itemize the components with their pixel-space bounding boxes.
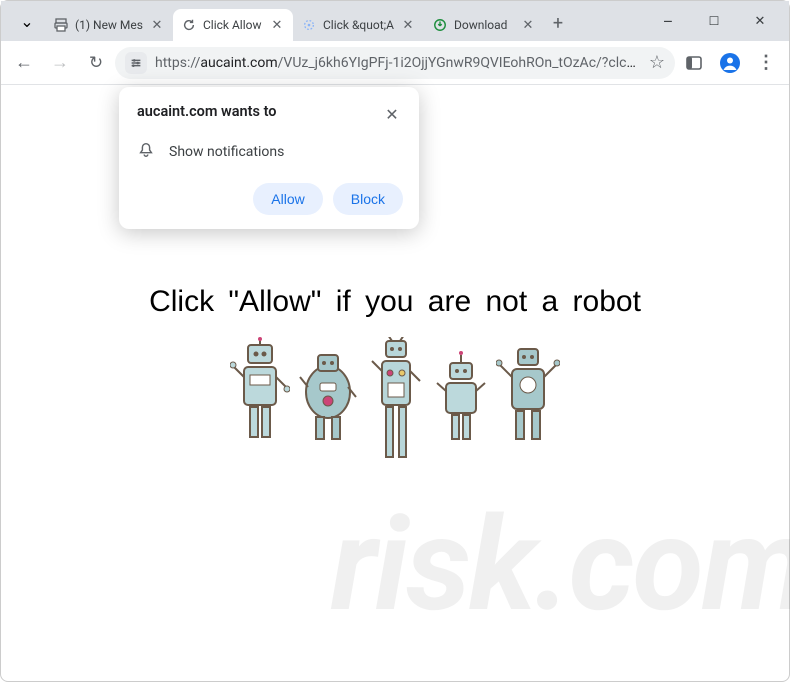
kebab-icon: ⋮ bbox=[757, 52, 775, 73]
printer-icon bbox=[53, 17, 69, 33]
side-panel-button[interactable] bbox=[677, 46, 711, 80]
url-protocol: https:// bbox=[155, 55, 200, 71]
toolbar: ← → ↻ https://aucaint.com/VUz_j6kh6YIgPF… bbox=[1, 41, 789, 85]
back-button[interactable]: ← bbox=[7, 46, 41, 80]
chrome-menu-button[interactable]: ⋮ bbox=[749, 46, 783, 80]
robot-icon bbox=[230, 337, 290, 447]
bookmark-star-icon[interactable]: ☆ bbox=[649, 52, 665, 73]
tab-new-message[interactable]: (1) New Mes ✕ bbox=[45, 9, 173, 41]
allow-button[interactable]: Allow bbox=[253, 183, 322, 215]
block-button[interactable]: Block bbox=[333, 183, 403, 215]
new-tab-button[interactable]: + bbox=[544, 9, 572, 37]
robot-icon bbox=[434, 337, 488, 447]
permission-title: aucaint.com wants to bbox=[137, 103, 276, 120]
plus-icon: + bbox=[553, 13, 563, 34]
robot-icon bbox=[496, 337, 560, 447]
site-info-button[interactable] bbox=[125, 52, 147, 74]
robot-icon bbox=[298, 337, 358, 447]
bell-icon bbox=[137, 141, 155, 163]
close-icon[interactable]: ✕ bbox=[400, 17, 416, 33]
forward-button[interactable]: → bbox=[43, 46, 77, 80]
notification-permission-prompt: aucaint.com wants to ✕ Show notification… bbox=[119, 87, 419, 229]
tab-click-quot[interactable]: Click &quot;A ✕ bbox=[293, 9, 424, 41]
permission-close-button[interactable]: ✕ bbox=[381, 103, 403, 125]
robots-illustration bbox=[1, 337, 789, 467]
profile-avatar-icon bbox=[719, 52, 741, 74]
permission-row-label: Show notifications bbox=[169, 144, 284, 160]
url-text: https://aucaint.com/VUz_j6kh6YIgPFj-1i2O… bbox=[155, 55, 641, 71]
address-bar[interactable]: https://aucaint.com/VUz_j6kh6YIgPFj-1i2O… bbox=[115, 47, 675, 79]
watermark-text: risk.com bbox=[331, 488, 790, 641]
close-icon[interactable]: ✕ bbox=[149, 17, 165, 33]
robot-icon bbox=[366, 337, 426, 467]
tab-label: Click Allow bbox=[203, 18, 263, 32]
tab-search-button[interactable]: ⌄ bbox=[13, 7, 41, 35]
maximize-icon: ☐ bbox=[709, 14, 720, 28]
close-icon: ✕ bbox=[385, 105, 398, 124]
tab-label: (1) New Mes bbox=[75, 18, 143, 32]
minimize-button[interactable]: – bbox=[647, 7, 689, 35]
maximize-button[interactable]: ☐ bbox=[693, 7, 735, 35]
forward-arrow-icon: → bbox=[51, 52, 69, 73]
close-icon[interactable]: ✕ bbox=[269, 17, 285, 33]
download-icon bbox=[432, 17, 448, 33]
tab-strip: ⌄ (1) New Mes ✕ Click Allow ✕ Click &quo… bbox=[1, 1, 789, 41]
minimize-icon: – bbox=[663, 12, 674, 31]
tab-label: Click &quot;A bbox=[323, 18, 394, 32]
back-arrow-icon: ← bbox=[15, 52, 33, 73]
tune-icon bbox=[129, 56, 143, 70]
gear-icon bbox=[301, 17, 317, 33]
reload-button[interactable]: ↻ bbox=[79, 46, 113, 80]
reload-icon: ↻ bbox=[89, 53, 103, 73]
tab-click-allow[interactable]: Click Allow ✕ bbox=[173, 9, 293, 41]
tab-label: Download bbox=[454, 18, 514, 32]
profile-button[interactable] bbox=[713, 46, 747, 80]
reload-icon bbox=[181, 17, 197, 33]
scam-headline: Click "Allow" if you are not a robot bbox=[1, 285, 789, 319]
side-panel-icon bbox=[685, 54, 703, 72]
window-controls: – ☐ ✕ bbox=[647, 7, 781, 35]
tab-download[interactable]: Download ✕ bbox=[424, 9, 544, 41]
url-host: aucaint.com bbox=[200, 55, 277, 71]
close-icon: ✕ bbox=[755, 14, 766, 29]
chevron-down-icon: ⌄ bbox=[20, 12, 33, 31]
close-icon[interactable]: ✕ bbox=[520, 17, 536, 33]
close-button[interactable]: ✕ bbox=[739, 7, 781, 35]
url-path: /VUz_j6kh6YIgPFj-1i2OjjYGnwR9QVIEohROn_t… bbox=[278, 55, 641, 71]
